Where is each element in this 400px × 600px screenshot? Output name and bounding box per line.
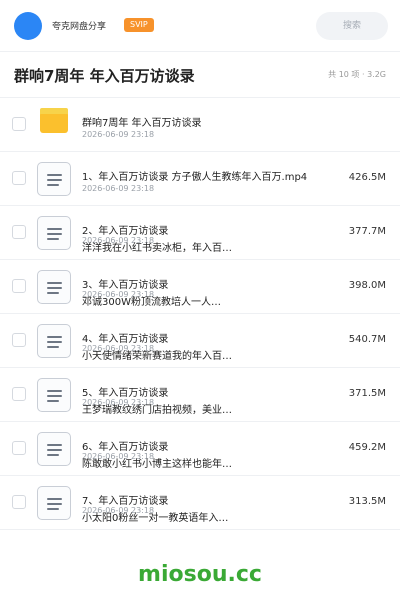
svip-badge: SVIP	[124, 18, 154, 32]
item-name-line2: 王梦瑞教纹绣门店拍视频，美业…	[82, 405, 232, 416]
folder-title-bar: 群响7周年 年入百万访谈录 共 10 项 · 3.2G	[0, 52, 400, 98]
checkbox[interactable]	[12, 333, 26, 347]
item-size: 313.5M	[348, 496, 386, 507]
item-name-line2: 陈敢敢小红书小博主这样也能年…	[82, 459, 232, 470]
document-icon	[37, 162, 71, 196]
item-size: 540.7M	[348, 334, 386, 345]
item-size: 426.5M	[348, 172, 386, 183]
item-name: 群响7周年 年入百万访谈录	[82, 118, 202, 129]
item-size: 371.5M	[348, 388, 386, 399]
checkbox[interactable]	[12, 171, 26, 185]
item-name: 5、年入百万访谈录	[82, 388, 169, 399]
item-size: 398.0M	[348, 280, 386, 291]
list-item[interactable]: 5、年入百万访谈录 2026-06-09 23:18 王梦瑞教纹绣门店拍视频，美…	[0, 368, 400, 422]
list-item[interactable]: 4、年入百万访谈录 2026-06-09 23:18 小天使情绪荣新赛道我的年入…	[0, 314, 400, 368]
item-size: 377.7M	[348, 226, 386, 237]
watermark: miosou.cc	[138, 562, 262, 587]
item-date: 2026-06-09 23:18	[82, 130, 155, 139]
item-name: 7、年入百万访谈录	[82, 496, 169, 507]
avatar[interactable]	[14, 12, 42, 40]
item-name-line2: 洋洋我在小红书卖冰柜，年入百…	[82, 243, 232, 254]
list-item[interactable]: 2、年入百万访谈录 2026-06-09 23:18 洋洋我在小红书卖冰柜，年入…	[0, 206, 400, 260]
checkbox[interactable]	[12, 387, 26, 401]
folder-summary: 共 10 项 · 3.2G	[328, 70, 386, 79]
checkbox[interactable]	[12, 279, 26, 293]
checkbox[interactable]	[12, 117, 26, 131]
document-icon	[37, 270, 71, 304]
share-page: 夸克网盘分享 SVIP 搜索 群响7周年 年入百万访谈录 共 10 项 · 3.…	[0, 0, 400, 600]
document-icon	[37, 324, 71, 358]
list-item[interactable]: 群响7周年 年入百万访谈录 2026-06-09 23:18	[0, 98, 400, 152]
page-title: 群响7周年 年入百万访谈录	[14, 67, 195, 85]
item-name: 3、年入百万访谈录	[82, 280, 169, 291]
item-name-line2: 邓诚300W粉顶流教培人一人…	[82, 297, 221, 308]
checkbox[interactable]	[12, 495, 26, 509]
checkbox[interactable]	[12, 441, 26, 455]
username: 夸克网盘分享	[52, 22, 107, 32]
item-name: 4、年入百万访谈录	[82, 334, 169, 345]
list-item[interactable]: 1、年入百万访谈录 方子傲人生教练年入百万.mp4 2026-06-09 23:…	[0, 152, 400, 206]
item-name-line2: 小太阳0粉丝一对一教英语年入…	[82, 513, 229, 524]
item-size: 459.2M	[348, 442, 386, 453]
list-item[interactable]: 7、年入百万访谈录 2026-06-09 23:18 小太阳0粉丝一对一教英语年…	[0, 476, 400, 530]
document-icon	[37, 432, 71, 466]
list-item[interactable]: 6、年入百万访谈录 2026-06-09 23:18 陈敢敢小红书小博主这样也能…	[0, 422, 400, 476]
item-date: 2026-06-09 23:18	[82, 184, 155, 193]
checkbox[interactable]	[12, 225, 26, 239]
item-name: 2、年入百万访谈录	[82, 226, 169, 237]
document-icon	[37, 216, 71, 250]
header: 夸克网盘分享 SVIP 搜索	[0, 0, 400, 52]
item-name: 6、年入百万访谈录	[82, 442, 169, 453]
document-icon	[37, 486, 71, 520]
document-icon	[37, 378, 71, 412]
search-input[interactable]: 搜索	[316, 12, 388, 40]
folder-icon	[40, 108, 68, 133]
list-item[interactable]: 3、年入百万访谈录 2026-06-09 23:18 邓诚300W粉顶流教培人一…	[0, 260, 400, 314]
item-name: 1、年入百万访谈录 方子傲人生教练年入百万.mp4	[82, 172, 308, 183]
item-name-line2: 小天使情绪荣新赛道我的年入百…	[82, 351, 232, 362]
